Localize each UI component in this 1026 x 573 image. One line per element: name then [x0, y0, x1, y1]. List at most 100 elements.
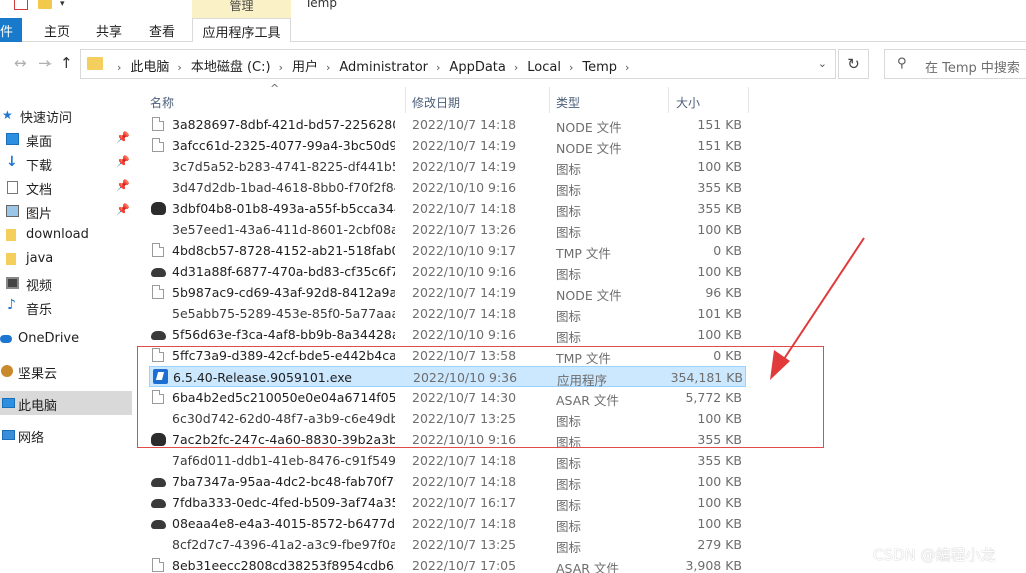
file-row[interactable]: 3d47d2db-1bad-4618-8bb0-f70f2f84... 2022/… — [149, 177, 746, 198]
file-row[interactable]: 5b987ac9-cd69-43af-92d8-8412a9a4... 2022/… — [149, 282, 746, 303]
file-name: 7fdba333-0edc-4fed-b509-3af74a35... — [172, 495, 395, 510]
crumb-local-disk[interactable]: 本地磁盘 (C:) — [191, 56, 271, 75]
sidebar-item-quick-access[interactable]: ★ 快速访问 — [0, 103, 132, 127]
search-box[interactable]: ⚲ 在 Temp 中搜索 — [884, 49, 1026, 79]
tab-app-tools[interactable]: 应用程序工具 — [192, 18, 291, 42]
network-icon — [2, 430, 15, 440]
crumb-this-pc[interactable]: 此电脑 — [130, 56, 169, 75]
column-divider[interactable] — [405, 87, 406, 113]
chevron-right-icon[interactable]: › — [625, 61, 629, 74]
file-row[interactable]: 3afcc61d-2325-4077-99a4-3bc50d94... 2022/… — [149, 135, 746, 156]
sidebar-item-videos[interactable]: 视频 — [0, 271, 132, 295]
up-icon[interactable]: ↑ — [60, 54, 73, 72]
file-row[interactable]: 3a828697-8dbf-421d-bd57-2256280... 2022/1… — [149, 114, 746, 135]
file-row[interactable]: 4d31a88f-6877-470a-bd83-cf35c6f79... 2022… — [149, 261, 746, 282]
file-name: 8cf2d7c7-4396-41a2-a3c9-fbe97f0a3... — [172, 537, 395, 552]
chevron-right-icon[interactable]: › — [326, 61, 330, 74]
column-divider[interactable] — [549, 87, 550, 113]
tab-home[interactable]: 主页 — [44, 21, 70, 40]
file-row[interactable]: 5f56d63e-f3ca-4af8-bb9b-8a34428a6... 2022… — [149, 324, 746, 345]
column-headers: ^ 名称 修改日期 类型 大小 — [133, 82, 1026, 113]
file-size: 100 KB — [697, 495, 742, 510]
window-title: Temp — [305, 0, 337, 10]
file-type: 图标 — [556, 330, 582, 345]
pin-icon[interactable]: 📌 — [116, 131, 130, 144]
column-header-size[interactable]: 大小 — [676, 94, 700, 111]
cloud-icon — [151, 520, 166, 529]
tab-file[interactable]: 件 — [0, 18, 22, 42]
chevron-right-icon[interactable]: › — [436, 61, 440, 74]
refresh-icon[interactable]: ↻ — [838, 49, 869, 79]
sidebar-item-java[interactable]: java — [0, 247, 132, 271]
file-row[interactable]: 4bd8cb57-8728-4152-ab21-518fab0f... 2022/… — [149, 240, 746, 261]
crumb-users[interactable]: 用户 — [292, 56, 318, 75]
column-header-date[interactable]: 修改日期 — [412, 94, 460, 111]
sidebar-item-onedrive[interactable]: OneDrive — [0, 327, 132, 351]
file-row[interactable]: 8cf2d7c7-4396-41a2-a3c9-fbe97f0a3... 2022… — [149, 534, 746, 555]
pin-icon[interactable]: 📌 — [116, 155, 130, 168]
file-size: 355 KB — [697, 180, 742, 195]
chevron-right-icon[interactable]: › — [514, 61, 518, 74]
column-divider[interactable] — [668, 87, 669, 113]
address-dropdown-icon[interactable]: ⌄ — [818, 57, 827, 70]
file-type: 图标 — [556, 204, 582, 219]
sidebar-item-label: 视频 — [26, 279, 53, 294]
file-row[interactable]: 7ba7347a-95aa-4dc2-bc48-fab70f79... 2022/… — [149, 471, 746, 492]
file-row[interactable]: 7fdba333-0edc-4fed-b509-3af74a35... 2022/… — [149, 492, 746, 513]
desktop-icon — [6, 133, 19, 145]
tab-view[interactable]: 查看 — [149, 21, 175, 40]
address-bar[interactable]: › 此电脑 › 本地磁盘 (C:) › 用户 › Administrator › AppData ›… — [80, 49, 836, 79]
crumb-temp[interactable]: Temp — [582, 60, 617, 75]
computer-icon — [2, 398, 15, 408]
file-size: 100 KB — [697, 516, 742, 531]
column-header-type[interactable]: 类型 — [556, 94, 580, 111]
sidebar-item-desktop[interactable]: 桌面 📌 — [0, 127, 132, 151]
sidebar-item-this-pc[interactable]: 此电脑 — [0, 391, 132, 415]
column-divider[interactable] — [748, 87, 749, 113]
file-row[interactable]: 08eaa4e8-e4a3-4015-8572-b6477db... 2022/1… — [149, 513, 746, 534]
file-type: ASAR 文件 — [556, 561, 619, 573]
file-name: 3e57eed1-43a6-411d-8601-2cbf08a4... — [172, 222, 395, 237]
sidebar-item-download-folder[interactable]: download — [0, 223, 132, 247]
new-folder-icon[interactable] — [38, 0, 52, 9]
customize-dropdown-icon[interactable]: ▾ — [60, 0, 65, 9]
file-row[interactable]: 3c7d5a52-b283-4741-8225-df441b51... 2022/… — [149, 156, 746, 177]
pin-icon[interactable]: 📌 — [116, 179, 130, 192]
crumb-local[interactable]: Local — [527, 60, 561, 75]
sidebar-item-documents[interactable]: 文档 📌 — [0, 175, 132, 199]
file-date: 2022/10/7 14:19 — [412, 138, 517, 153]
file-date: 2022/10/7 14:19 — [412, 159, 517, 174]
file-row[interactable]: 8eb31eecc2808cd38253f8954cdb652... 2022/1… — [149, 555, 746, 573]
sidebar-item-pictures[interactable]: 图片 📌 — [0, 199, 132, 223]
file-icon — [152, 558, 164, 572]
chevron-right-icon[interactable]: › — [117, 61, 121, 74]
cloud-icon — [151, 478, 166, 487]
sidebar-item-network[interactable]: 网络 — [0, 423, 132, 447]
sidebar-item-music[interactable]: ♪ 音乐 — [0, 295, 132, 319]
back-icon[interactable]: → — [14, 54, 27, 72]
properties-icon[interactable] — [14, 0, 28, 10]
recent-dropdown-icon[interactable]: ⌄ — [46, 58, 54, 68]
tab-share[interactable]: 共享 — [96, 21, 122, 40]
file-row[interactable]: 5e5abb75-5289-453e-85f0-5a77aaaa... 2022/… — [149, 303, 746, 324]
file-row[interactable]: 7af6d011-ddb1-41eb-8476-c91f5498... 2022/… — [149, 450, 746, 471]
star-icon: ★ — [2, 108, 13, 122]
file-row[interactable]: 3dbf04b8-01b8-493a-a55f-b5cca344... 2022/… — [149, 198, 746, 219]
file-size: 100 KB — [697, 327, 742, 342]
file-row[interactable]: 3e57eed1-43a6-411d-8601-2cbf08a4... 2022/… — [149, 219, 746, 240]
blank-icon — [152, 537, 164, 551]
file-type: TMP 文件 — [556, 246, 611, 261]
crumb-administrator[interactable]: Administrator — [339, 60, 428, 75]
chevron-right-icon[interactable]: › — [279, 61, 283, 74]
navigation-bar: → → → ⌄ ↑ › 此电脑 › 本地磁盘 (C:) › 用户 › Administrato… — [0, 42, 1026, 87]
chevron-right-icon[interactable]: › — [569, 61, 573, 74]
sidebar-item-downloads[interactable]: ↓ 下载 📌 — [0, 151, 132, 175]
chevron-right-icon[interactable]: › — [177, 61, 181, 74]
file-size: 355 KB — [697, 453, 742, 468]
file-type: 图标 — [556, 225, 582, 240]
file-name: 4bd8cb57-8728-4152-ab21-518fab0f... — [172, 243, 395, 258]
pin-icon[interactable]: 📌 — [116, 203, 130, 216]
sidebar-item-nutstore[interactable]: 坚果云 — [0, 359, 132, 383]
column-header-name[interactable]: 名称 — [150, 94, 174, 111]
crumb-appdata[interactable]: AppData — [449, 60, 505, 75]
